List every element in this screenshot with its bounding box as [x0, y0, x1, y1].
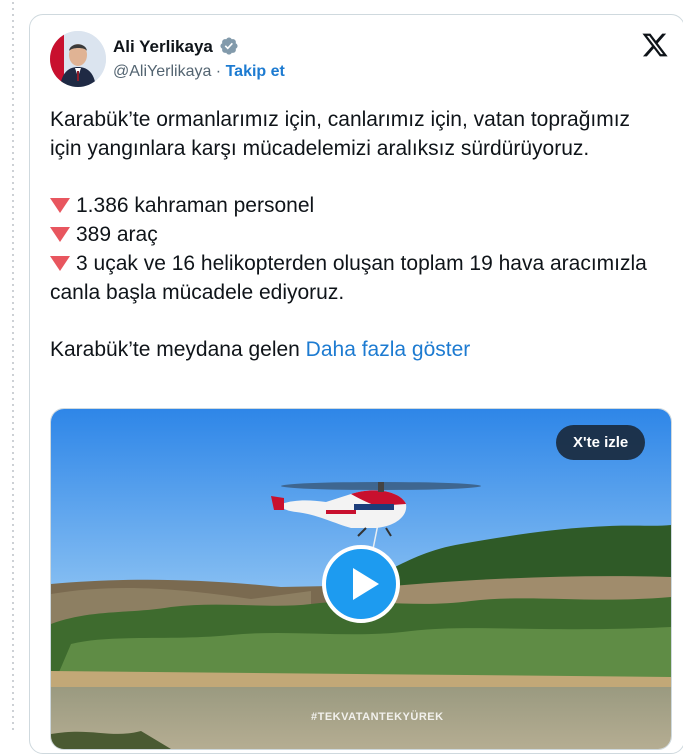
tweet-text: Karabük’te ormanlarımız için, canlarımız… — [50, 105, 650, 364]
bullet-item: 3 uçak ve 16 helikopterden oluşan toplam… — [50, 252, 647, 304]
x-logo-icon[interactable] — [641, 31, 669, 59]
bullet-item: 389 araç — [50, 220, 650, 249]
follow-button[interactable]: Takip et — [226, 63, 285, 80]
verified-badge-icon — [220, 37, 238, 55]
hashtag-overlay: #TEKVATANTEKYÜREK — [311, 711, 444, 723]
show-more-link[interactable]: Daha fazla göster — [306, 338, 471, 361]
bullet-item: 1.386 kahraman personel — [50, 191, 650, 220]
tweet-embed-card[interactable]: Ali Yerlikaya @AliYerlikaya · Takip et K… — [29, 14, 683, 754]
tweet-intro: Karabük’te ormanlarımız için, canlarımız… — [50, 108, 631, 160]
author-handle[interactable]: @AliYerlikaya — [113, 63, 211, 80]
red-triangle-down-icon — [50, 227, 70, 242]
play-button[interactable] — [322, 545, 400, 623]
tweet-tail: Karabük’te meydana gelen Daha fazla göst… — [50, 338, 471, 361]
author-name[interactable]: Ali Yerlikaya — [113, 37, 213, 57]
author-handle-row: @AliYerlikaya · Takip et — [113, 63, 285, 81]
author-avatar[interactable] — [50, 31, 106, 87]
watch-on-x-button[interactable]: X'te izle — [556, 425, 646, 460]
red-triangle-down-icon — [50, 198, 70, 213]
play-icon — [353, 568, 379, 600]
video-thumbnail[interactable]: X'te izle #TEKVATANTEKYÜREK — [50, 408, 672, 750]
separator-dot: · — [211, 63, 226, 80]
timeline-dotted-line — [12, 0, 14, 731]
red-triangle-down-icon — [50, 256, 70, 271]
